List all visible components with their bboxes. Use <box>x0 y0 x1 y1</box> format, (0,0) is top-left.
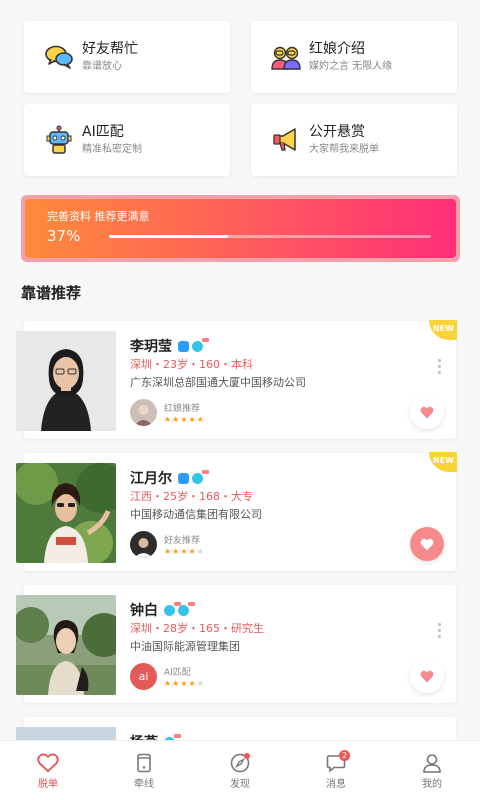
like-button[interactable] <box>410 395 444 429</box>
member-name: 杨燕 <box>130 732 158 740</box>
section-title: 靠谱推荐 <box>21 284 82 302</box>
completion-percent: 37% <box>47 227 81 245</box>
more-options-icon[interactable] <box>438 623 442 638</box>
feature-public-reward[interactable]: 公开悬赏 大家帮我来脱单 <box>251 104 457 176</box>
star-filled-icon: ★ <box>188 415 196 424</box>
notification-dot <box>244 753 250 759</box>
more-options-icon[interactable] <box>438 359 442 374</box>
heart-icon <box>420 538 434 550</box>
phone-icon <box>137 753 151 773</box>
feature-ai-match[interactable]: AI匹配 精准私密定制 <box>24 104 230 176</box>
recommend-card[interactable]: 杨燕 <box>16 717 456 740</box>
feature-friend-help[interactable]: 好友帮忙 靠谱放心 <box>24 21 230 93</box>
member-meta: 江西・25岁・168・大专 <box>130 490 253 503</box>
like-button[interactable] <box>410 527 444 561</box>
unread-count-badge: 2 <box>339 750 350 761</box>
recommend-card[interactable]: 李玥莹 深圳・23岁・160・本科 广东深圳总部国通大厦中国移动公司 红娘推荐 … <box>16 320 457 439</box>
new-badge: NEW <box>429 452 457 472</box>
member-name: 李玥莹 <box>130 339 172 355</box>
profile-photo[interactable] <box>16 463 116 563</box>
verified-shield-icon <box>164 601 181 616</box>
feature-subtitle: 靠谱放心 <box>82 60 122 72</box>
profile-photo[interactable] <box>16 331 116 431</box>
rating-stars: ★ ★ ★ ★ ★ <box>164 416 204 424</box>
tab-label: 消息 <box>326 779 346 790</box>
star-filled-icon: ★ <box>164 415 172 424</box>
recommend-source: 好友推荐 <box>164 536 201 546</box>
heart-icon <box>420 406 434 418</box>
feature-title: 好友帮忙 <box>82 40 138 57</box>
profile-photo[interactable] <box>16 727 116 740</box>
recommend-card[interactable]: 钟白 深圳・28岁・165・研究生 中油国际能源管理集团 ai AI匹配 ★ ★ ★… <box>16 585 456 703</box>
tab-label: 牵线 <box>134 779 154 790</box>
heart-icon <box>420 670 434 682</box>
tab-label: 发现 <box>230 779 250 790</box>
recommend-source: 红娘推荐 <box>164 404 201 414</box>
ai-recommender-avatar: ai <box>130 663 157 690</box>
profile-photo[interactable] <box>16 595 116 695</box>
star-filled-icon: ★ <box>180 679 188 688</box>
megaphone-icon <box>271 125 301 155</box>
completion-progress-bar <box>109 235 431 238</box>
rating-stars: ★ ★ ★ ★ ★ <box>164 548 204 556</box>
bottom-tab-bar: 脱单 牵线 发现 2 消息 我的 <box>0 740 480 800</box>
feature-matchmaker[interactable]: 红娘介绍 媒妁之言 无限人缘 <box>251 21 457 93</box>
tab-tuodan[interactable]: 脱单 <box>0 741 96 800</box>
verified-shield-icon <box>192 469 209 484</box>
member-meta: 深圳・28岁・165・研究生 <box>130 622 264 635</box>
member-company: 广东深圳总部国通大厦中国移动公司 <box>130 376 306 389</box>
chat-bubbles-icon <box>44 42 74 72</box>
tab-label: 我的 <box>422 779 442 790</box>
member-company: 中油国际能源管理集团 <box>130 640 240 653</box>
star-filled-icon: ★ <box>188 679 196 688</box>
star-filled-icon: ★ <box>196 415 204 424</box>
new-badge: NEW <box>429 320 457 340</box>
star-empty-icon: ★ <box>196 679 204 688</box>
verified-id-icon <box>178 472 189 484</box>
tab-wode[interactable]: 我的 <box>384 741 480 800</box>
recommend-source: AI匹配 <box>164 668 191 678</box>
tab-qianxian[interactable]: 牵线 <box>96 741 192 800</box>
star-filled-icon: ★ <box>180 547 188 556</box>
completion-progress-fill <box>109 235 229 238</box>
star-empty-icon: ★ <box>196 547 204 556</box>
rating-stars: ★ ★ ★ ★ ★ <box>164 680 204 688</box>
tab-label: 脱单 <box>38 779 58 790</box>
star-filled-icon: ★ <box>164 547 172 556</box>
recommender-avatar <box>130 399 157 426</box>
verified-shield-icon <box>192 337 209 352</box>
profile-completion-banner[interactable]: 完善资料 推荐更满意 37% <box>21 195 460 262</box>
feature-title: 公开悬赏 <box>309 123 365 140</box>
like-button[interactable] <box>410 659 444 693</box>
robot-icon <box>44 125 74 155</box>
matchmaker-couple-icon <box>271 42 301 72</box>
star-filled-icon: ★ <box>172 547 180 556</box>
person-icon <box>423 754 441 773</box>
recommend-card[interactable]: 江月尔 江西・25岁・168・大专 中国移动通信集团有限公司 好友推荐 ★ ★ ★ ★… <box>16 452 457 571</box>
star-filled-icon: ★ <box>188 547 196 556</box>
star-filled-icon: ★ <box>180 415 188 424</box>
feature-subtitle: 媒妁之言 无限人缘 <box>309 60 393 72</box>
star-filled-icon: ★ <box>164 679 172 688</box>
feature-title: 红娘介绍 <box>309 40 365 57</box>
feature-title: AI匹配 <box>82 123 124 140</box>
star-filled-icon: ★ <box>172 415 180 424</box>
member-name: 江月尔 <box>130 471 172 487</box>
tab-xiaoxi[interactable]: 2 消息 <box>288 741 384 800</box>
member-company: 中国移动通信集团有限公司 <box>130 508 262 521</box>
heart-icon <box>37 753 59 773</box>
verified-badge-icon <box>178 601 195 616</box>
star-filled-icon: ★ <box>172 679 180 688</box>
verified-id-icon <box>178 340 189 352</box>
member-name: 钟白 <box>130 603 158 619</box>
banner-caption: 完善资料 推荐更满意 <box>47 210 150 223</box>
tab-faxian[interactable]: 发现 <box>192 741 288 800</box>
recommender-avatar <box>130 531 157 558</box>
home-scroll-area[interactable]: 好友帮忙 靠谱放心 红娘介绍 媒妁之言 无限人缘 AI匹配 精准私密定制 公开悬… <box>0 0 480 740</box>
feature-subtitle: 精准私密定制 <box>82 143 142 155</box>
feature-subtitle: 大家帮我来脱单 <box>309 143 379 155</box>
member-meta: 深圳・23岁・160・本科 <box>130 358 253 371</box>
